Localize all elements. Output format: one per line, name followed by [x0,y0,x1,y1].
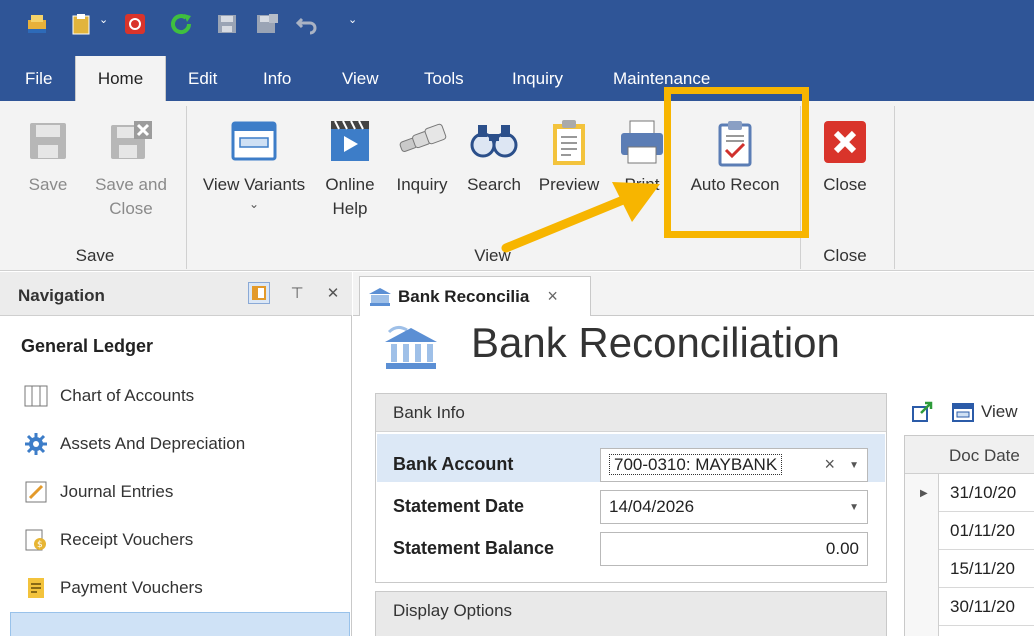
ribbon-group-separator [894,106,895,269]
tab-edit[interactable]: Edit [188,69,217,89]
table-row[interactable]: 01/11/20 [939,512,1034,550]
main-content: Bank Reconciliation Bank Info Bank Accou… [353,317,1034,636]
chart-of-accounts-icon [22,382,50,410]
bank-info-header: Bank Info [376,394,886,432]
preview-document-icon [534,119,604,173]
bank-icon [383,322,439,379]
app-logo-icon [24,11,50,37]
save-button[interactable]: Save [20,119,76,197]
online-help-button[interactable]: Online Help [320,119,380,221]
clipboard-icon[interactable] [68,11,94,37]
tab-view[interactable]: View [342,69,379,89]
view-button-label[interactable]: View [981,402,1018,422]
nav-item-chart-of-accounts[interactable]: Chart of Accounts [10,378,350,414]
ribbon-group-separator [186,106,187,269]
view-variants-button[interactable]: View Variants ⌄ [196,119,312,211]
menu-bar: File Home Edit Info View Tools Inquiry M… [0,56,1034,101]
dropdown-arrow-icon[interactable]: ▼ [849,460,859,471]
bank-account-select[interactable]: 700-0310: MAYBANK × ▼ [600,448,868,482]
receipt-icon: $ [22,526,50,554]
customize-quick-access-icon[interactable]: ⌄ [348,13,357,26]
save-icon[interactable] [214,11,240,37]
close-button[interactable]: Close [810,119,880,197]
page-title: Bank Reconciliation [471,319,840,366]
document-tab-strip: Bank Reconcilia × [353,272,1034,316]
inquiry-button[interactable]: Inquiry [390,119,454,197]
annotation-arrow [501,182,660,253]
bank-icon [368,287,392,307]
close-icon[interactable]: ✕ [322,282,344,304]
printer-icon [614,119,670,173]
binoculars-icon [462,119,526,173]
nav-item-bank-reconciliation[interactable] [10,612,350,636]
title-bar: ⌄ ⌄ [0,0,1034,56]
grid-header: Doc Date [905,436,1034,474]
navigation-title: Navigation [18,286,105,305]
display-options-panel[interactable]: Display Options [375,591,887,636]
svg-text:$: $ [37,540,43,550]
tab-home[interactable]: Home [75,56,166,101]
chevron-down-icon: ⌄ [248,197,260,211]
nav-item-journal-entries[interactable]: Journal Entries [10,474,350,510]
ribbon-group-view-label: View [474,246,511,265]
statement-date-field[interactable]: 14/04/2026 ▼ [600,490,868,524]
window-icon [196,119,312,173]
display-options-header: Display Options [393,601,513,620]
journal-icon [22,478,50,506]
transactions-grid: Doc Date ▶ 31/10/20 01/11/20 15/11/20 30… [904,435,1034,636]
tab-maintenance[interactable]: Maintenance [613,69,710,89]
gear-icon [22,430,50,458]
payment-icon [22,574,50,602]
tab-bank-reconciliation[interactable]: Bank Reconcilia × [359,276,591,316]
nav-item-payment-vouchers[interactable]: Payment Vouchers [10,570,350,606]
statement-balance-field[interactable]: 0.00 [600,532,868,566]
save-and-close-button[interactable]: Save and Close [88,119,174,221]
bank-account-label: Bank Account [393,454,514,474]
refresh-icon[interactable] [168,11,194,37]
close-icon [810,119,880,173]
save-close-icon [88,119,174,173]
tab-tools[interactable]: Tools [424,69,464,89]
bank-account-value: 700-0310: MAYBANK [609,454,783,475]
dropdown-arrow-icon[interactable]: ▼ [849,502,859,513]
nav-section-general-ledger: General Ledger [21,336,154,356]
close-tab-icon[interactable]: × [547,286,558,307]
statement-date-label: Statement Date [393,496,525,516]
ribbon-group-save-label: Save [75,246,115,265]
undo-icon[interactable] [294,11,320,37]
telescope-icon [390,119,454,173]
chevron-down-icon[interactable]: ⌄ [99,13,108,26]
nav-item-receipt-vouchers[interactable]: $ Receipt Vouchers [10,522,350,558]
bank-info-panel: Bank Info Bank Account 700-0310: MAYBANK… [375,393,887,583]
tab-inquiry[interactable]: Inquiry [512,69,563,89]
pin-icon[interactable]: ⊤ [286,282,308,304]
navigation-header: Navigation ⊤ ✕ [0,272,352,316]
statement-balance-label: Statement Balance [393,538,555,558]
video-help-icon [320,119,380,173]
grid-toolbar: View [911,401,1018,423]
tab-file[interactable]: File [25,69,52,89]
save-icon [20,119,76,173]
table-row[interactable]: 15/11/20 [939,550,1034,588]
table-row[interactable]: 30/11/20 [939,588,1034,626]
window-icon[interactable] [951,401,975,423]
tab-info[interactable]: Info [263,69,291,89]
layout-toggle-icon[interactable] [248,282,270,304]
table-row[interactable]: 31/10/20 [939,474,1034,512]
column-header-doc-date[interactable]: Doc Date [949,446,1020,466]
clear-icon[interactable]: × [824,454,835,475]
navigation-pane: Navigation ⊤ ✕ General Ledger Chart of A… [0,272,352,636]
ribbon-group-close-label: Close [823,246,867,265]
save-close-icon[interactable] [254,11,280,37]
current-row-indicator-icon: ▶ [920,488,928,499]
nav-item-assets-and-depreciation[interactable]: Assets And Depreciation [10,426,350,462]
stop-icon[interactable] [122,11,148,37]
auto-recon-highlight-box [664,87,809,238]
export-icon[interactable] [911,401,933,423]
